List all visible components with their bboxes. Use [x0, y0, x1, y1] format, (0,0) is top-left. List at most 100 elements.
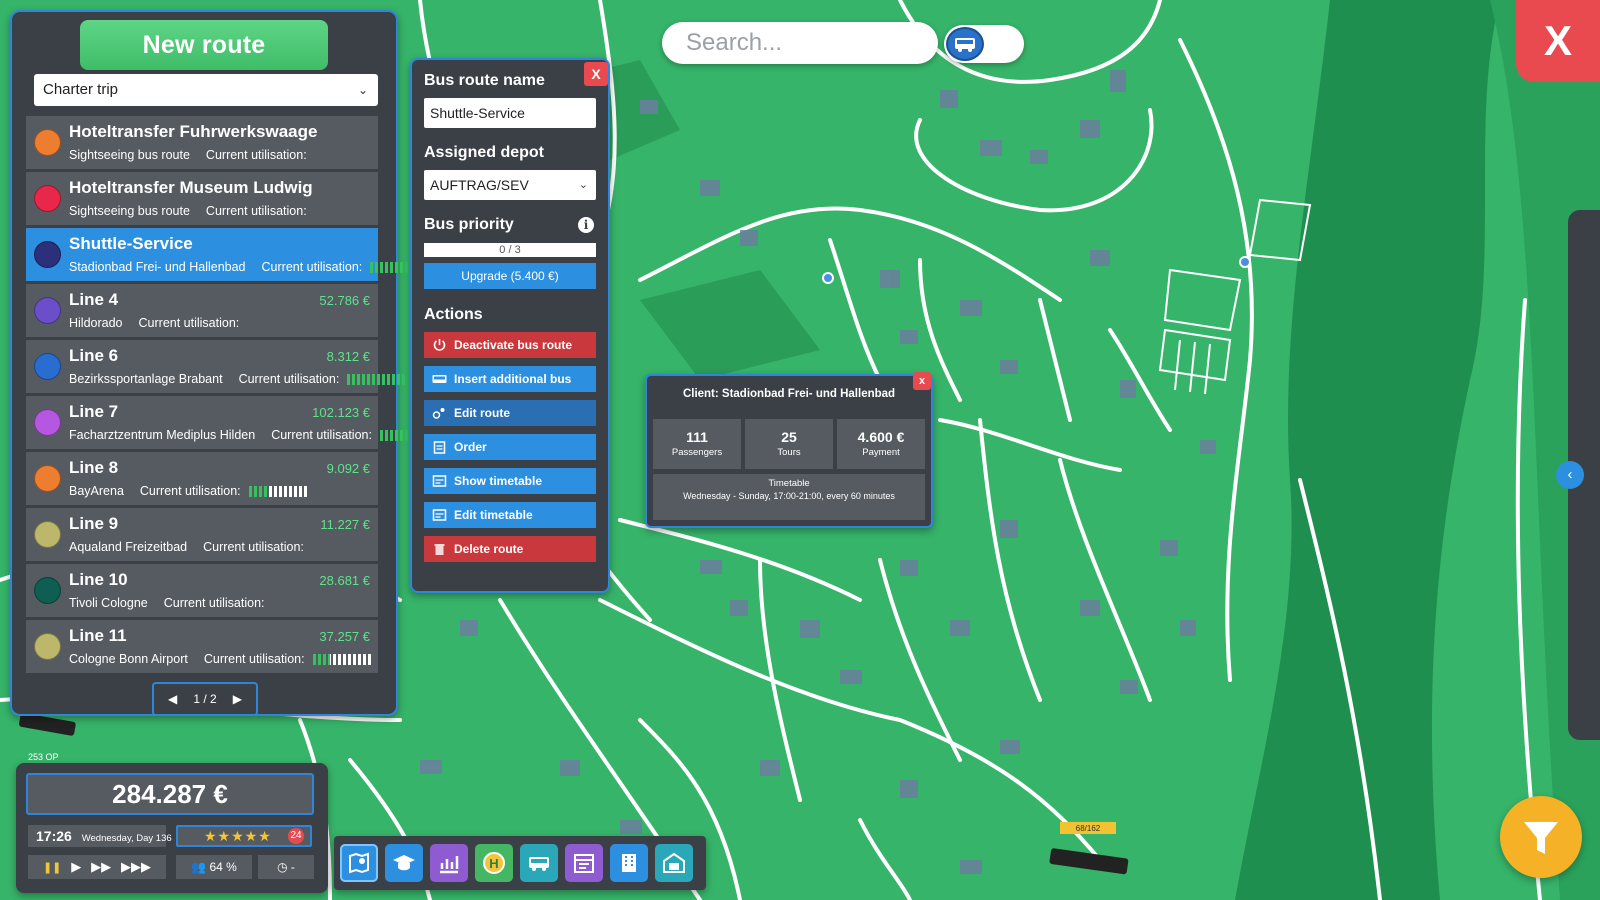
training-tool-button[interactable] — [385, 844, 423, 882]
route-name: Line 4 — [69, 290, 119, 309]
stat-value: 25 — [781, 429, 797, 445]
route-destination: Hildorado — [69, 316, 123, 330]
action-label: Insert additional bus — [454, 372, 572, 386]
new-route-button[interactable]: New route — [80, 20, 328, 70]
company-tool-button[interactable] — [610, 844, 648, 882]
route-list-item[interactable]: Hoteltransfer Museum Ludwig Sightseeing … — [26, 172, 378, 225]
money-display: 284.287 € — [26, 773, 314, 815]
utilisation-label: Current utilisation: — [203, 652, 305, 666]
building-icon — [622, 854, 636, 872]
stat-label: Payment — [862, 447, 900, 458]
action-button-timetable[interactable]: Show timetable — [424, 468, 596, 494]
rating-display[interactable]: ★★★★★ 24 — [176, 825, 312, 847]
action-button-power[interactable]: Deactivate bus route — [424, 332, 596, 358]
route-list-item[interactable]: Shuttle-Service Stadionbad Frei- und Hal… — [26, 228, 429, 281]
pause-icon[interactable]: ❚❚ — [43, 861, 61, 874]
depot-select[interactable]: AUFTRAG/SEV ⌄ — [424, 170, 596, 200]
stat-label: Passengers — [671, 447, 723, 458]
prev-page-icon[interactable]: ◀ — [168, 692, 177, 706]
calendar-icon — [574, 854, 594, 873]
utilisation-label: Current utilisation: — [163, 596, 265, 610]
route-type-select[interactable]: Charter trip ⌄ — [34, 74, 378, 106]
passenger-satisfaction[interactable]: 👥 64 % — [176, 855, 252, 879]
chevron-down-icon: ⌄ — [357, 83, 368, 97]
route-name: Shuttle-Service — [69, 234, 193, 253]
action-button-bus[interactable]: Insert additional bus — [424, 366, 596, 392]
route-list-item[interactable]: Line 8 9.092 € BayArena Current utilisat… — [26, 452, 378, 505]
route-type-value: Charter trip — [43, 81, 119, 98]
route-list-item[interactable]: Line 7 102.123 € Facharztzentrum Mediplu… — [26, 396, 438, 449]
bus-filter-toggle[interactable] — [944, 25, 1024, 63]
routes-tool-button[interactable] — [340, 844, 378, 882]
route-name-input[interactable]: Shuttle-Service — [424, 98, 596, 128]
statistics-tool-button[interactable] — [430, 844, 468, 882]
route-list-item[interactable]: Line 10 28.681 € Tivoli Cologne Current … — [26, 564, 378, 617]
search-input[interactable]: Search... — [662, 22, 938, 64]
route-destination: Aqualand Freizeitbad — [69, 540, 188, 554]
close-button[interactable]: X — [1516, 0, 1600, 82]
stat-value: 111 — [686, 429, 708, 445]
filter-button[interactable] — [1500, 796, 1582, 878]
timetable-label: Timetable — [768, 478, 810, 489]
route-color-dot — [34, 409, 61, 436]
route-color-dot — [34, 521, 61, 548]
next-page-icon[interactable]: ▶ — [233, 692, 242, 706]
action-button-trash[interactable]: Delete route — [424, 536, 596, 562]
route-list-item[interactable]: Line 9 11.227 € Aqualand Freizeitbad Cur… — [26, 508, 378, 561]
vehicles-tool-button[interactable] — [520, 844, 558, 882]
page-indicator: 1 / 2 — [193, 692, 217, 706]
route-name: Hoteltransfer Fuhrwerkswaage — [69, 122, 318, 141]
route-details-panel: X Bus route name Shuttle-Service Assigne… — [410, 58, 610, 593]
priority-label: Bus priority — [424, 216, 514, 233]
utilisation-bar — [347, 373, 406, 385]
bottom-toolbar: H — [334, 836, 706, 890]
bus-icon — [946, 27, 984, 61]
timetable-description: Wednesday - Sunday, 17:00-21:00, every 6… — [683, 491, 895, 501]
bus-stop-icon: H — [483, 852, 505, 874]
action-label: Order — [454, 440, 487, 454]
stops-tool-button[interactable]: H — [475, 844, 513, 882]
route-list-item[interactable]: Line 11 37.257 € Cologne Bonn Airport Cu… — [26, 620, 378, 673]
fast-forward-icon[interactable]: ▶▶ — [91, 859, 111, 875]
route-list-item[interactable]: Hoteltransfer Fuhrwerkswaage Sightseeing… — [26, 116, 378, 169]
utilisation-label: Current utilisation: — [205, 204, 307, 218]
route-list-item[interactable]: Line 4 52.786 € Hildorado Current utilis… — [26, 284, 378, 337]
utilisation-label: Current utilisation: — [203, 540, 304, 554]
action-label: Show timetable — [454, 474, 543, 488]
action-button-clipboard[interactable]: Order — [424, 434, 596, 460]
route-destination: Cologne Bonn Airport — [69, 652, 188, 666]
actions-label: Actions — [424, 306, 483, 323]
action-button-timetable-edit[interactable]: Edit timetable — [424, 502, 596, 528]
utilisation-label: Current utilisation: — [205, 148, 307, 162]
action-label: Delete route — [454, 542, 524, 556]
route-name-label: Bus route name — [424, 72, 545, 89]
routes-panel: New route Charter trip ⌄ Hoteltransfer F… — [10, 10, 438, 716]
route-revenue: 102.123 € — [312, 405, 370, 420]
route-color-dot — [34, 129, 61, 156]
clock-status[interactable]: ◷ - — [258, 855, 314, 879]
depot-icon — [663, 852, 685, 873]
route-color-dot — [34, 465, 61, 492]
utilisation-bar — [312, 653, 371, 665]
timetable-tool-button[interactable] — [565, 844, 603, 882]
play-icon[interactable]: ▶ — [71, 859, 81, 875]
chevron-left-icon[interactable]: ‹ — [1556, 461, 1584, 489]
speed-controls: ❚❚ ▶ ▶▶ ▶▶▶ — [28, 855, 166, 879]
depot-tool-button[interactable] — [655, 844, 693, 882]
clock-value: - — [290, 860, 295, 874]
graduation-cap-icon — [393, 855, 415, 871]
rating-count-badge: 24 — [288, 828, 304, 844]
action-button-route-edit[interactable]: Edit route — [424, 400, 596, 426]
day-label: Wednesday, Day 136 — [81, 833, 172, 844]
upgrade-button[interactable]: Upgrade (5.400 €) — [424, 263, 596, 289]
depot-label: Assigned depot — [424, 144, 545, 161]
fastest-forward-icon[interactable]: ▶▶▶ — [121, 859, 151, 875]
route-list-item[interactable]: Line 6 8.312 € Bezirkssportanlage Braban… — [26, 340, 406, 393]
route-revenue: 37.257 € — [319, 629, 370, 644]
route-name: Line 8 — [69, 458, 119, 477]
details-close-button[interactable]: X — [584, 62, 608, 86]
filter-icon — [1524, 822, 1558, 854]
info-icon[interactable]: i — [578, 217, 594, 233]
client-popup: x Client: Stadionbad Frei- und Hallenbad… — [645, 372, 933, 528]
route-revenue: 8.312 € — [326, 349, 370, 364]
